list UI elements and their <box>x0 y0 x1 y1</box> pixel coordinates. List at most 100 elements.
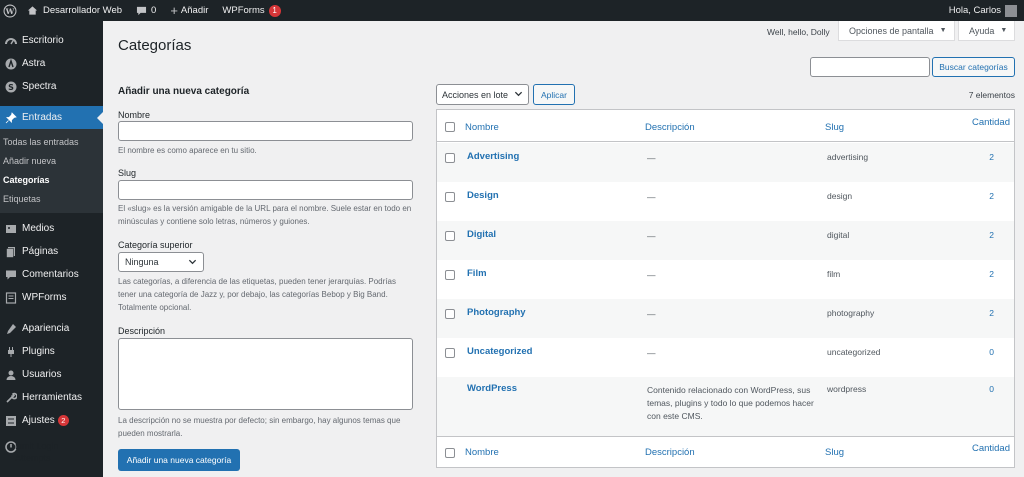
category-name-link[interactable]: Digital <box>467 229 496 240</box>
submenu-etiquetas[interactable]: Etiquetas <box>0 190 103 209</box>
comment-icon <box>136 6 147 15</box>
row-checkbox[interactable] <box>445 192 455 202</box>
sidebar-item-ajustes[interactable]: Ajustes 2 <box>0 409 103 432</box>
description-label: Descripción <box>118 326 166 336</box>
caret-down-icon: ▼ <box>1000 27 1008 34</box>
table-row: Digital — digital 2 <box>437 221 1014 260</box>
settings-badge: 2 <box>57 415 69 426</box>
help-button[interactable]: Ayuda ▼ <box>958 21 1015 41</box>
wpforms-link[interactable]: WPForms 1 <box>215 0 287 21</box>
comments-icon <box>4 268 18 282</box>
category-name-link[interactable]: Uncategorized <box>467 346 532 357</box>
column-footer-name[interactable]: Nombre <box>465 447 499 458</box>
slug-field[interactable] <box>118 180 413 200</box>
category-slug: wordpress <box>827 384 867 394</box>
screen-options-label: Opciones de pantalla <box>849 25 934 36</box>
greeting: Hola, Carlos <box>948 5 1001 16</box>
apply-button[interactable]: Aplicar <box>533 84 575 105</box>
wpforms-badge: 1 <box>268 4 281 17</box>
category-count-link[interactable]: 2 <box>989 230 994 240</box>
description-field[interactable] <box>118 338 413 410</box>
site-name-link[interactable]: Desarrollador Web <box>20 0 129 21</box>
sidebar-item-medios[interactable]: Medios <box>0 217 103 240</box>
submenu-anadir-nueva[interactable]: Añadir nueva <box>0 152 103 171</box>
select-all-checkbox[interactable] <box>445 122 455 132</box>
category-name-link[interactable]: Design <box>467 190 499 201</box>
parent-category-select[interactable]: Ninguna <box>118 252 204 272</box>
sidebar-item-herramientas[interactable]: Herramientas <box>0 386 103 409</box>
astra-icon <box>4 57 18 71</box>
search-input[interactable] <box>810 57 930 77</box>
admin-bar: W Desarrollador Web 0 + Añadir WPForms 1… <box>0 0 1024 21</box>
category-name-link[interactable]: WordPress <box>467 383 517 394</box>
category-count-link[interactable]: 0 <box>989 347 994 357</box>
new-content-link[interactable]: + Añadir <box>163 0 215 21</box>
sidebar-item-spectra[interactable]: S Spectra <box>0 75 103 98</box>
category-name-link[interactable]: Advertising <box>467 151 519 162</box>
wordpress-logo-icon[interactable]: W <box>0 1 20 21</box>
table-header: Nombre Descripción Slug Cantidad <box>437 110 1014 142</box>
column-footer-slug[interactable]: Slug <box>825 447 844 458</box>
category-slug: uncategorized <box>827 347 881 357</box>
search-categories-button[interactable]: Buscar categorías <box>932 57 1015 77</box>
category-name-link[interactable]: Film <box>467 268 487 279</box>
column-header-count[interactable]: Cantidad <box>972 117 1010 128</box>
category-count-link[interactable]: 2 <box>989 269 994 279</box>
bulk-actions-value: Acciones en lote <box>442 89 509 100</box>
sidebar-item-escritorio[interactable]: Escritorio <box>0 29 103 52</box>
category-description: — <box>647 192 656 202</box>
account-menu[interactable]: Hola, Carlos <box>942 0 1024 21</box>
sidebar-item-astra[interactable]: Astra <box>0 52 103 75</box>
page-title: Categorías <box>118 37 192 54</box>
sidebar-item-apariencia[interactable]: Apariencia <box>0 317 103 340</box>
sidebar-item-label: Herramientas <box>22 392 83 403</box>
submenu-categorias[interactable]: Categorías <box>0 171 103 190</box>
bulk-actions-select[interactable]: Acciones en lote <box>436 84 529 105</box>
sidebar-item-label: Escritorio <box>22 35 64 46</box>
category-count-link[interactable]: 0 <box>989 384 994 394</box>
column-header-description[interactable]: Descripción <box>645 122 695 133</box>
row-checkbox[interactable] <box>445 153 455 163</box>
admin-sidebar: Escritorio Astra S Spectra Entradas Toda… <box>0 21 103 477</box>
entradas-submenu: Todas las entradas Añadir nueva Categorí… <box>0 129 103 213</box>
sidebar-item-plugins[interactable]: Plugins <box>0 340 103 363</box>
category-count-link[interactable]: 2 <box>989 152 994 162</box>
column-header-slug[interactable]: Slug <box>825 122 844 133</box>
column-header-name[interactable]: Nombre <box>465 122 499 133</box>
screen-options-button[interactable]: Opciones de pantalla ▼ <box>838 21 955 41</box>
name-label: Nombre <box>118 110 151 120</box>
category-description: — <box>647 309 656 319</box>
category-count-link[interactable]: 2 <box>989 191 994 201</box>
category-name-link[interactable]: Photography <box>467 307 526 318</box>
sidebar-item-label: Spectra <box>22 81 57 92</box>
row-checkbox[interactable] <box>445 348 455 358</box>
svg-text:S: S <box>8 83 14 92</box>
column-footer-description[interactable]: Descripción <box>645 447 695 458</box>
users-icon <box>4 368 18 382</box>
help-label: Ayuda <box>969 25 995 36</box>
row-checkbox[interactable] <box>445 270 455 280</box>
sidebar-item-label: Medios <box>22 223 55 234</box>
sidebar-item-paginas[interactable]: Páginas <box>0 240 103 263</box>
sidebar-item-wpforms[interactable]: WPForms <box>0 286 103 309</box>
sidebar-item-label: Comentarios <box>22 269 79 280</box>
pin-icon <box>4 111 18 125</box>
sidebar-item-limit-login[interactable]: Limit Login Attempts <box>0 436 103 464</box>
parent-category-label: Categoría superior <box>118 240 193 250</box>
name-field[interactable] <box>118 121 413 141</box>
slug-label: Slug <box>118 168 137 178</box>
comments-link[interactable]: 0 <box>129 0 163 21</box>
sidebar-item-usuarios[interactable]: Usuarios <box>0 363 103 386</box>
category-count-link[interactable]: 2 <box>989 308 994 318</box>
add-category-button[interactable]: Añadir una nueva categoría <box>118 449 240 471</box>
row-checkbox[interactable] <box>445 309 455 319</box>
parent-category-value: Ninguna <box>125 257 159 267</box>
chevron-down-icon <box>514 89 523 100</box>
category-description: — <box>647 348 656 358</box>
column-footer-count[interactable]: Cantidad <box>972 443 1010 454</box>
select-all-checkbox[interactable] <box>445 448 455 458</box>
submenu-todas-las-entradas[interactable]: Todas las entradas <box>0 133 103 152</box>
row-checkbox[interactable] <box>445 231 455 241</box>
sidebar-item-entradas[interactable]: Entradas <box>0 106 103 129</box>
sidebar-item-comentarios[interactable]: Comentarios <box>0 263 103 286</box>
